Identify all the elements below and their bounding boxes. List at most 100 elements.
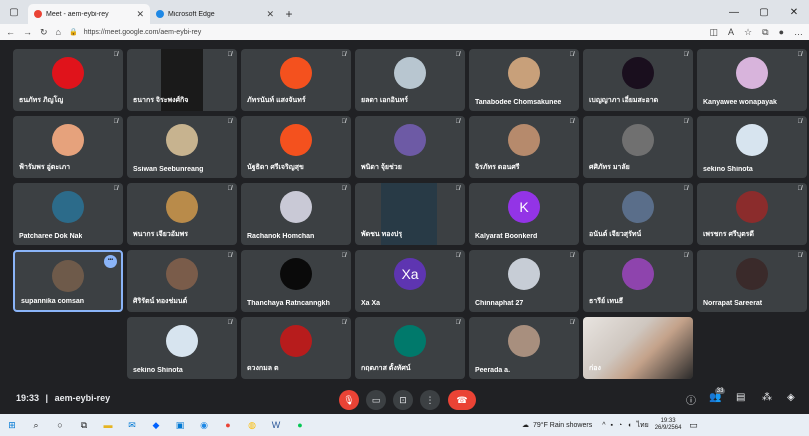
participant-tile[interactable]: 🎙̸ ภัทรนันท์ แสงจันทร์	[241, 49, 351, 111]
camera-button[interactable]: ▭	[366, 390, 386, 410]
participant-name: ฟ้ารัมพร อู่ตะเภา	[19, 164, 71, 171]
participant-tile[interactable]: 🎙̸ ดวงกมล ต	[241, 317, 351, 379]
participant-tile[interactable]: 🎙̸ ธารีย์ เทนธี	[583, 250, 693, 312]
participant-name: กฤตภาส ตั้งทัศน์	[361, 365, 411, 372]
profile-icon[interactable]: ●	[779, 27, 784, 38]
present-button[interactable]: ⊡	[393, 390, 413, 410]
leave-call-button[interactable]: ☎	[448, 390, 476, 410]
tab-edge[interactable]: Microsoft Edge ✕	[150, 4, 280, 24]
new-tab-button[interactable]: +	[280, 4, 298, 24]
read-aloud-icon[interactable]: A	[728, 27, 734, 38]
activities-icon[interactable]: ⁂	[762, 392, 772, 403]
close-window-button[interactable]: ✕	[779, 0, 809, 24]
participant-name: ศิริรัตน์ ทองช่มนต์	[133, 298, 188, 305]
more-options-button[interactable]: ⋮	[420, 390, 440, 410]
participant-tile[interactable]: Xa 🎙̸ Xa Xa	[355, 250, 465, 312]
participant-tile[interactable]: 🎙̸ sekino Shinota	[127, 317, 237, 379]
search-icon[interactable]: ⌕	[24, 414, 48, 436]
start-icon[interactable]: ⊞	[0, 414, 24, 436]
host-controls-icon[interactable]: ◈	[787, 392, 795, 403]
participant-tile[interactable]: 🎙̸ Norrapat Sareerat	[697, 250, 807, 312]
minimize-button[interactable]: —	[719, 0, 749, 24]
clock[interactable]: 19:33 26/9/2564	[655, 418, 682, 432]
participant-tile[interactable]: 🎙̸ เบญญาภา เอี่ยมสะอาด	[583, 49, 693, 111]
participant-tile[interactable]: 🎙̸ sekino Shinota	[697, 116, 807, 178]
participant-tile[interactable]: 🎙̸ นัฐธิดา ศรีเจริญสุข	[241, 116, 351, 178]
participant-tile[interactable]: 🎙̸ ศศิภัทร มาลัย	[583, 116, 693, 178]
participant-tile[interactable]: 🎙̸ พนากร เจียวอัมพร	[127, 183, 237, 245]
participant-avatar	[280, 57, 312, 89]
close-tab-icon[interactable]: ✕	[136, 9, 144, 20]
windows-taskbar: ⊞ ⌕ ○ ⧉ ▬ ✉ ◆ ▣ ◉ ● ◍ W ● ☁ 79°F Rain sh…	[0, 414, 809, 436]
camera-permission-icon[interactable]: ◫	[710, 27, 719, 38]
participant-tile[interactable]: 🎙̸ Peerada a.	[469, 317, 579, 379]
edge-icon[interactable]: ◉	[192, 414, 216, 436]
participant-avatar	[622, 57, 654, 89]
mic-muted-icon: 🎙̸	[569, 320, 575, 326]
file-explorer-icon[interactable]: ▬	[96, 414, 120, 436]
tab-meet[interactable]: Meet - aem-eybi-rey ✕	[28, 4, 150, 24]
participant-name: พัดชน ทองปรุ	[361, 231, 403, 238]
maximize-button[interactable]: ▢	[749, 0, 779, 24]
participant-tile[interactable]: 🎙̸ Kanyawee wonapayak	[697, 49, 807, 111]
participant-tile[interactable]: 🎙̸ อนันต์ เจียวสุรัทน์	[583, 183, 693, 245]
mic-off-button[interactable]: 🎙	[339, 390, 359, 410]
participant-tile[interactable]: 🎙̸ Tanabodee Chomsakunee	[469, 49, 579, 111]
participant-tile[interactable]: 🎙̸ เพรชกร ศรีบุตรดี	[697, 183, 807, 245]
meeting-info: 19:33 | aem-eybi-rey	[16, 393, 110, 403]
participant-tile[interactable]: 🎙̸ พัดชน ทองปรุ	[355, 183, 465, 245]
mail-icon[interactable]: ✉	[120, 414, 144, 436]
reload-icon[interactable]: ↻	[40, 27, 48, 38]
weather-widget[interactable]: ☁ 79°F Rain showers	[522, 421, 592, 430]
chat-icon[interactable]: ▤	[736, 392, 745, 403]
participant-tile[interactable]: ก่อง	[583, 317, 693, 379]
cortana-icon[interactable]: ○	[48, 414, 72, 436]
close-tab-icon[interactable]: ✕	[266, 9, 274, 20]
participant-tile[interactable]: K Kalyarat Boonkerd	[469, 183, 579, 245]
app-icon[interactable]: ●	[216, 414, 240, 436]
participant-avatar	[280, 258, 312, 290]
browser-tab-bar: ▢ Meet - aem-eybi-rey ✕ Microsoft Edge ✕…	[0, 0, 809, 24]
dropbox-icon[interactable]: ◆	[144, 414, 168, 436]
info-icon[interactable]: ⓘ	[686, 392, 696, 407]
participant-tile[interactable]: 🎙̸ พนิดา จุ้ยช่วย	[355, 116, 465, 178]
store-icon[interactable]: ▣	[168, 414, 192, 436]
participant-tile[interactable]: 🎙̸ ธนากร จิระพงศ์กิจ	[127, 49, 237, 111]
tab-actions-icon[interactable]: ▢	[0, 0, 28, 24]
task-view-icon[interactable]: ⧉	[72, 414, 96, 436]
notifications-icon[interactable]: ▭	[681, 414, 705, 436]
participant-avatar	[736, 191, 768, 223]
participant-tile[interactable]: 🎙̸ ยลดา เอกอินทร์	[355, 49, 465, 111]
participant-tile[interactable]: 🎙̸ กฤตภาส ตั้งทัศน์	[355, 317, 465, 379]
participant-tile[interactable]: 🎙̸ ศิริรัตน์ ทองช่มนต์	[127, 250, 237, 312]
home-icon[interactable]: ⌂	[56, 27, 61, 37]
address-bar[interactable]: 🔒 https://meet.google.com/aem-eybi-rey	[69, 28, 702, 37]
favorites-icon[interactable]: ☆	[744, 27, 752, 38]
participant-tile[interactable]: 🎙̸ Ssiwan Seebunreang	[127, 116, 237, 178]
participant-tile[interactable]: 🎙̸ Patcharee Dok Nak	[13, 183, 123, 245]
people-icon[interactable]: 👥 33	[709, 388, 726, 403]
mic-muted-icon: 🎙̸	[113, 186, 119, 192]
collections-icon[interactable]: ⧉	[762, 27, 768, 38]
participant-tile[interactable]: ••• supannika comsan	[13, 250, 123, 312]
settings-menu-icon[interactable]: …	[794, 27, 803, 38]
participant-tile[interactable]: 🎙̸ Thanchaya Ratncanngkh	[241, 250, 351, 312]
line-icon[interactable]: ●	[288, 414, 312, 436]
volume-icon[interactable]: ◖	[627, 422, 631, 429]
forward-icon[interactable]: →	[23, 27, 32, 37]
chrome-icon[interactable]: ◍	[240, 414, 264, 436]
tile-options-icon[interactable]: •••	[104, 255, 117, 268]
mic-muted-icon: 🎙̸	[227, 119, 233, 125]
participant-tile[interactable]: 🎙̸ Chinnaphat 27	[469, 250, 579, 312]
participant-tile[interactable]: 🎙̸ จิรภัทร ดอนศรี	[469, 116, 579, 178]
back-icon[interactable]: ←	[6, 27, 15, 37]
participant-tile[interactable]: 🎙̸ Rachanok Homchan	[241, 183, 351, 245]
participant-tile[interactable]: 🎙̸ ฟ้ารัมพร อู่ตะเภา	[13, 116, 123, 178]
mic-muted-icon: 🎙̸	[569, 119, 575, 125]
participant-tile[interactable]: 🎙̸ ธนภัทร ภิญโญ	[13, 49, 123, 111]
tray-app-icon[interactable]: ▪	[611, 422, 613, 429]
network-icon[interactable]: ◔	[618, 422, 622, 429]
tray-arrow-icon[interactable]: ^	[602, 422, 605, 429]
word-icon[interactable]: W	[264, 414, 288, 436]
language-indicator[interactable]: ไทย	[636, 420, 648, 431]
